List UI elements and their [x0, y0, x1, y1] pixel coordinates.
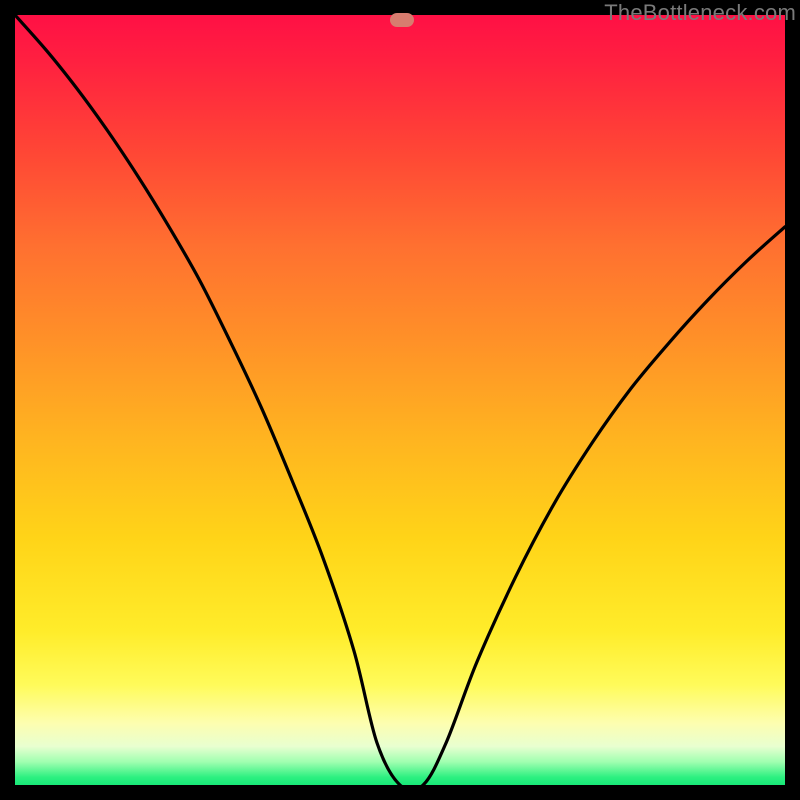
- plot-area: [15, 15, 785, 785]
- chart-frame: TheBottleneck.com: [0, 0, 800, 800]
- bottleneck-curve: [15, 15, 785, 785]
- watermark-label: TheBottleneck.com: [604, 0, 796, 26]
